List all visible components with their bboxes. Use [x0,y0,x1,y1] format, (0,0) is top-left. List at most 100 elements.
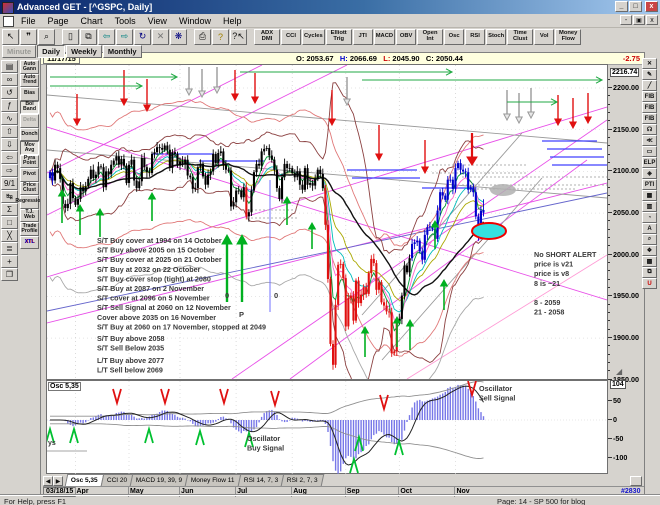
data-table-icon[interactable]: ▦ [642,190,657,201]
menu-help[interactable]: Help [217,16,248,26]
study-toggle-t-j-web[interactable]: T.J. Web [20,208,39,222]
close-tool-icon[interactable]: ✕ [642,58,657,69]
study-button-time-clust[interactable]: Time Clust [507,28,534,45]
copy-chart-icon[interactable]: ⧉ [642,267,657,278]
color-settings-icon[interactable]: ❖ [642,245,657,256]
study-toggle-donch[interactable]: Donch [20,127,39,141]
quote-icon[interactable]: ❞ [20,28,37,45]
menu-page[interactable]: Page [42,16,75,26]
study-button-money-flow[interactable]: Money Flow [555,28,582,45]
minimize-button[interactable]: _ [615,1,628,12]
study-button-elliott-trig[interactable]: Elliott Trig [325,28,352,45]
study-toggle-pivot[interactable]: Pivot [20,168,39,182]
study-tab-rsi-14-7-3[interactable]: RSI 14, 7, 3 [237,474,285,486]
study-button-rsi[interactable]: RSI [465,28,486,45]
grid-toggle-icon[interactable]: ▩ [642,256,657,267]
binoculars-icon[interactable]: ∞ [1,73,18,86]
add-study-icon[interactable]: + [1,255,18,268]
pti-icon[interactable]: PTI [642,179,657,190]
new-page-icon[interactable]: ▯ [62,28,79,45]
price-chart-plot[interactable]: S/T Buy cover at 1994 on 14 October S/T B… [46,64,608,380]
timeframe-tab-monthly[interactable]: Monthly [102,45,142,58]
child-restore-button[interactable]: ▣ [633,15,645,25]
forward-icon[interactable]: ⇨ [116,28,133,45]
study-tab-osc-5-35[interactable]: Osc 5,35 [64,474,105,486]
ellipse-tool-icon[interactable]: ELP [642,157,657,168]
study-toggle-bias[interactable]: Bias [20,87,39,101]
probability-icon[interactable]: ▥ [642,201,657,212]
study-toggle-delta[interactable]: Delta [20,114,39,128]
menu-tools[interactable]: Tools [109,16,142,26]
maximize-button[interactable]: □ [629,1,642,12]
gann-tools-icon[interactable]: ☊ [642,124,657,135]
oscillator-panel[interactable]: Oscillator Sell Signal Oscillator Buy Signa… [46,380,608,475]
study-toggle-mov-avg[interactable]: Mov Avg [20,141,39,155]
study-tab-rsi-2-7-3[interactable]: RSI 2, 7, 3 [280,474,325,486]
scroll-left-icon[interactable]: ⇦ [1,151,18,164]
back-icon[interactable]: ⇦ [98,28,115,45]
study-button-vol[interactable]: Vol [534,28,555,45]
zoom-tool-icon[interactable]: ⌕ [642,234,657,245]
menu-view[interactable]: View [142,16,173,26]
study-toggle-auto-trend[interactable]: Auto Trend [20,73,39,87]
menu-window[interactable]: Window [173,16,217,26]
study-toggle-xtl[interactable]: XTL [20,235,39,249]
child-window-icon[interactable] [3,16,14,27]
study-toggle-trade-profile[interactable]: Trade Profile [20,222,39,236]
elliott-wave-icon[interactable]: ∿ [1,112,18,125]
timeframe-tab-weekly[interactable]: Weekly [66,45,102,58]
child-close-button[interactable]: x [646,15,658,25]
fib-extension-icon[interactable]: FIB [642,102,657,113]
study-toggle-price-clust[interactable]: Price Clust [20,181,39,195]
study-toggle-auto-gann[interactable]: Auto Gann [20,60,39,74]
study-toggle-bol-band[interactable]: Bol Band [20,100,39,114]
ratio-icon[interactable]: 9/1 [1,177,18,190]
study-tab-cci-20[interactable]: CCI 20 [100,474,134,486]
undo-icon[interactable]: U [642,278,657,289]
pitchfork-icon[interactable]: ◈ [642,168,657,179]
study-tab-money-flow-11[interactable]: Money Flow 11 [184,474,242,486]
tab-scroll-left-button[interactable]: ◀ [43,476,53,486]
study-button-stoch[interactable]: Stoch [486,28,507,45]
lines-off-icon[interactable]: ╳ [1,229,18,242]
time-marker-icon[interactable]: ◔ [642,212,657,223]
fib-retracement-icon[interactable]: FIB [642,91,657,102]
pencil-icon[interactable]: ✎ [642,69,657,80]
refresh-icon[interactable]: ↻ [134,28,151,45]
study-tab-macd-19-39-9[interactable]: MACD 19, 39, 9 [129,474,189,486]
study-button-adx-dmi[interactable]: ADX DMI [254,28,280,45]
scroll-up-icon[interactable]: ⇧ [1,125,18,138]
scroll-right-icon[interactable]: ⇨ [1,164,18,177]
scroll-down-icon[interactable]: ⇩ [1,138,18,151]
study-button-jti[interactable]: JTI [352,28,373,45]
help-icon[interactable]: ? [212,28,229,45]
fib-time-icon[interactable]: FIB [642,113,657,124]
timeframe-tab-daily[interactable]: Daily [37,45,66,58]
context-help-icon[interactable]: ?↖ [230,28,247,45]
study-button-osc[interactable]: Osc [444,28,465,45]
delete-icon[interactable]: ✕ [152,28,169,45]
study-toggle-pyra-point[interactable]: Pyra Point [20,154,39,168]
trendline-icon[interactable]: ╱ [642,80,657,91]
apply-icon[interactable]: ❋ [170,28,187,45]
menu-file[interactable]: File [15,16,42,26]
quick-reset-icon[interactable]: ↺ [1,86,18,99]
rectangle-tool-icon[interactable]: ▭ [642,146,657,157]
print-icon[interactable]: ⎙ [194,28,211,45]
copy-page-icon[interactable]: ⧉ [80,28,97,45]
study-button-macd[interactable]: MACD [373,28,396,45]
new-window-icon[interactable]: ❐ [1,268,18,281]
timeframe-icon[interactable]: ≣ [1,242,18,255]
child-minimize-button[interactable]: - [620,15,632,25]
text-tool-icon[interactable]: A [642,223,657,234]
make-or-break-icon[interactable]: ≪ [642,135,657,146]
study-toggle-regression[interactable]: Regression [15,195,44,209]
timeframe-tab-minute[interactable]: Minute [2,45,37,58]
study-button-open-int[interactable]: Open Int [417,28,444,45]
resize-grip-icon[interactable]: ◢ [616,367,622,376]
close-button[interactable]: x [645,1,658,12]
sum-icon[interactable]: Σ [1,203,18,216]
tab-scroll-right-button[interactable]: ▶ [53,476,63,486]
study-button-cci[interactable]: CCI [281,28,301,45]
box-tool-icon[interactable]: □ [1,216,18,229]
